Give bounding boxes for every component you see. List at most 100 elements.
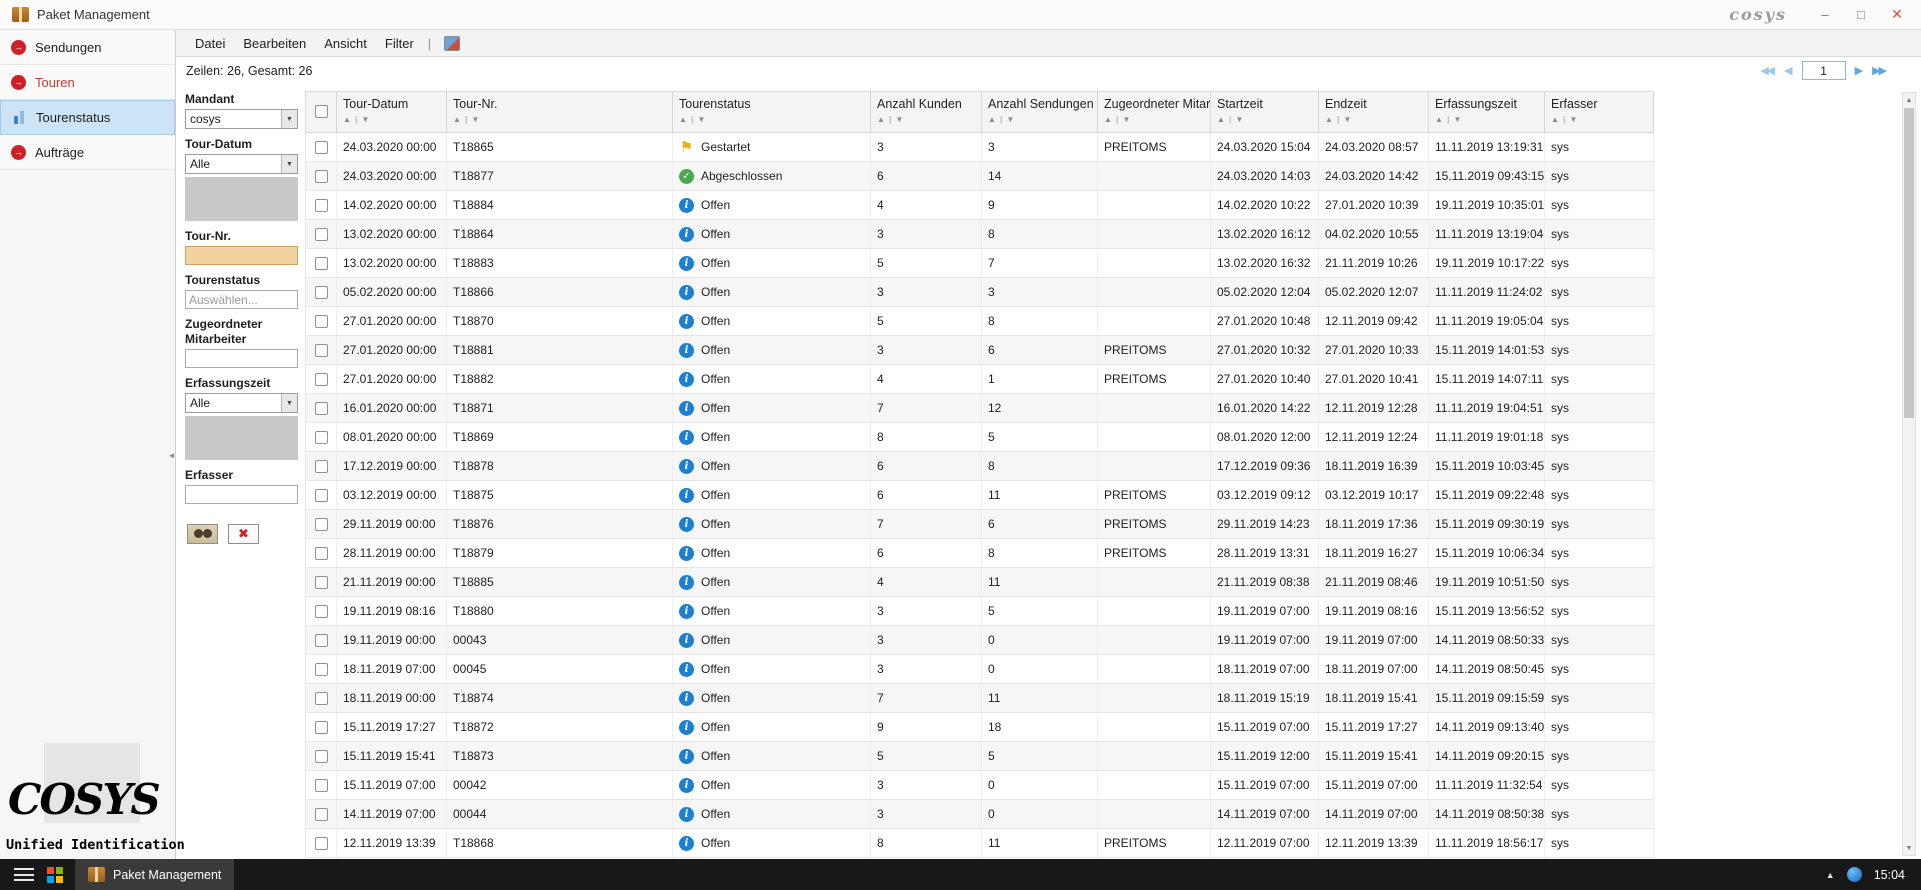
row-checkbox[interactable] [315, 286, 328, 299]
table-row[interactable]: 28.11.2019 00:00 T18879 i Offen 6 8 PREI… [306, 539, 1654, 568]
panel-collapse-handle[interactable]: ◄ [167, 440, 176, 470]
table-row[interactable]: 27.01.2020 00:00 T18882 i Offen 4 1 PREI… [306, 365, 1654, 394]
table-row[interactable]: 16.01.2020 00:00 T18871 i Offen 7 12 16.… [306, 394, 1654, 423]
table-row[interactable]: 03.12.2019 00:00 T18875 i Offen 6 11 PRE… [306, 481, 1654, 510]
scrollbar-thumb[interactable] [1904, 108, 1914, 418]
chevron-down-icon[interactable]: ▼ [281, 110, 297, 128]
menu-ansicht[interactable]: Ansicht [315, 33, 376, 54]
erfassungszeit-select[interactable]: Alle ▼ [185, 393, 298, 413]
tourenstatus-input[interactable] [185, 290, 298, 309]
last-page-button[interactable]: ▶▶ [1872, 64, 1887, 77]
row-checkbox[interactable] [315, 518, 328, 531]
menu-bearbeiten[interactable]: Bearbeiten [234, 33, 315, 54]
row-checkbox[interactable] [315, 808, 328, 821]
col-header-erfassungszeit[interactable]: Erfassungszeit ▲ | ▼ [1429, 92, 1545, 133]
sort-icons[interactable]: ▲ | ▼ [1211, 111, 1318, 124]
row-checkbox[interactable] [315, 576, 328, 589]
clear-filter-button[interactable]: ✖ [228, 524, 259, 544]
prev-page-button[interactable]: ◀ [1784, 64, 1792, 77]
sort-icons[interactable]: ▲ | ▼ [871, 111, 981, 124]
sidebar-item-touren[interactable]: → Touren [0, 65, 175, 100]
vertical-scrollbar[interactable]: ▲ ▼ [1902, 92, 1916, 856]
first-page-button[interactable]: ◀◀ [1760, 64, 1775, 77]
tour-datum-select[interactable]: Alle ▼ [185, 154, 298, 174]
col-header-tourenstatus[interactable]: Tourenstatus ▲ | ▼ [673, 92, 871, 133]
table-row[interactable]: 05.02.2020 00:00 T18866 i Offen 3 3 05.0… [306, 278, 1654, 307]
row-checkbox[interactable] [315, 692, 328, 705]
table-row[interactable]: 15.11.2019 07:00 00042 i Offen 3 0 15.11… [306, 771, 1654, 800]
table-row[interactable]: 17.12.2019 00:00 T18878 i Offen 6 8 17.1… [306, 452, 1654, 481]
scroll-up-icon[interactable]: ▲ [1903, 93, 1915, 107]
mitarbeiter-input[interactable] [185, 349, 298, 368]
col-header-endzeit[interactable]: Endzeit ▲ | ▼ [1319, 92, 1429, 133]
row-checkbox[interactable] [315, 663, 328, 676]
maximize-button[interactable]: □ [1845, 3, 1877, 27]
row-checkbox[interactable] [315, 721, 328, 734]
sort-icons[interactable]: ▲ | ▼ [337, 111, 446, 124]
menu-filter[interactable]: Filter [376, 33, 423, 54]
chevron-down-icon[interactable]: ▼ [281, 394, 297, 412]
row-checkbox[interactable] [315, 605, 328, 618]
close-button[interactable]: ✕ [1881, 3, 1913, 27]
row-checkbox[interactable] [315, 779, 328, 792]
table-row[interactable]: 15.11.2019 17:27 T18872 i Offen 9 18 15.… [306, 713, 1654, 742]
col-header-zugeordneter-mitarbeiter[interactable]: Zugeordneter Mitarbeiter ▲ | ▼ [1098, 92, 1211, 133]
page-number-input[interactable]: 1 [1802, 61, 1846, 80]
sort-icons[interactable]: ▲ | ▼ [982, 111, 1097, 124]
scroll-down-icon[interactable]: ▼ [1903, 841, 1915, 855]
sidebar-item-tourenstatus[interactable]: Tourenstatus [0, 100, 175, 135]
start-icon[interactable] [47, 867, 63, 883]
tour-nr-input[interactable] [185, 246, 298, 265]
row-checkbox[interactable] [315, 228, 328, 241]
erfasser-input[interactable] [185, 485, 298, 504]
minimize-button[interactable]: – [1809, 3, 1841, 27]
menubar-report-icon[interactable] [444, 36, 460, 51]
row-checkbox[interactable] [315, 344, 328, 357]
sort-icons[interactable]: ▲ | ▼ [673, 111, 870, 124]
select-all-checkbox[interactable] [315, 105, 328, 118]
table-row[interactable]: 19.11.2019 08:16 T18880 i Offen 3 5 19.1… [306, 597, 1654, 626]
row-checkbox[interactable] [315, 634, 328, 647]
sort-icons[interactable]: ▲ | ▼ [1545, 111, 1653, 124]
table-row[interactable]: 18.11.2019 00:00 T18874 i Offen 7 11 18.… [306, 684, 1654, 713]
sidebar-item-sendungen[interactable]: → Sendungen [0, 30, 175, 65]
hamburger-menu-icon[interactable] [14, 868, 34, 881]
row-checkbox[interactable] [315, 750, 328, 763]
table-row[interactable]: 19.11.2019 00:00 00043 i Offen 3 0 19.11… [306, 626, 1654, 655]
row-checkbox[interactable] [315, 837, 328, 850]
col-header-tour-datum[interactable]: Tour-Datum ▲ | ▼ [337, 92, 447, 133]
chevron-down-icon[interactable]: ▼ [281, 155, 297, 173]
table-row[interactable]: 13.02.2020 00:00 T18883 i Offen 5 7 13.0… [306, 249, 1654, 278]
table-row[interactable]: 14.02.2020 00:00 T18884 i Offen 4 9 14.0… [306, 191, 1654, 220]
sort-icons[interactable]: ▲ | ▼ [1429, 111, 1544, 124]
table-row[interactable]: 29.11.2019 00:00 T18876 i Offen 7 6 PREI… [306, 510, 1654, 539]
table-row[interactable]: 12.11.2019 13:39 T18868 i Offen 8 11 PRE… [306, 829, 1654, 858]
taskbar-app-button[interactable]: Paket Management [75, 859, 234, 890]
table-row[interactable]: 24.03.2020 00:00 T18865 ⚑ Gestartet 3 3 … [306, 133, 1654, 162]
tray-network-icon[interactable] [1847, 867, 1862, 882]
col-header-anzahl-sendungen[interactable]: Anzahl Sendungen ▲ | ▼ [982, 92, 1098, 133]
row-checkbox[interactable] [315, 489, 328, 502]
sort-icons[interactable]: ▲ | ▼ [1098, 111, 1210, 124]
table-row[interactable]: 14.11.2019 07:00 00044 i Offen 3 0 14.11… [306, 800, 1654, 829]
table-row[interactable]: 15.11.2019 15:41 T18873 i Offen 5 5 15.1… [306, 742, 1654, 771]
col-header-anzahl-kunden[interactable]: Anzahl Kunden ▲ | ▼ [871, 92, 982, 133]
table-row[interactable]: 27.01.2020 00:00 T18881 i Offen 3 6 PREI… [306, 336, 1654, 365]
table-row[interactable]: 21.11.2019 00:00 T18885 i Offen 4 11 21.… [306, 568, 1654, 597]
row-checkbox[interactable] [315, 315, 328, 328]
row-checkbox[interactable] [315, 431, 328, 444]
menu-datei[interactable]: Datei [186, 33, 234, 54]
row-checkbox[interactable] [315, 199, 328, 212]
table-row[interactable]: 13.02.2020 00:00 T18864 i Offen 3 8 13.0… [306, 220, 1654, 249]
col-header-startzeit[interactable]: Startzeit ▲ | ▼ [1211, 92, 1319, 133]
row-checkbox[interactable] [315, 402, 328, 415]
table-row[interactable]: 08.01.2020 00:00 T18869 i Offen 8 5 08.0… [306, 423, 1654, 452]
row-checkbox[interactable] [315, 373, 328, 386]
row-checkbox[interactable] [315, 547, 328, 560]
sort-icons[interactable]: ▲ | ▼ [447, 111, 672, 124]
tray-chevron-icon[interactable]: ▲ [1826, 870, 1835, 880]
table-row[interactable]: 27.01.2020 00:00 T18870 i Offen 5 8 27.0… [306, 307, 1654, 336]
row-checkbox[interactable] [315, 257, 328, 270]
mandant-select[interactable]: cosys ▼ [185, 109, 298, 129]
table-row[interactable]: 18.11.2019 07:00 00045 i Offen 3 0 18.11… [306, 655, 1654, 684]
